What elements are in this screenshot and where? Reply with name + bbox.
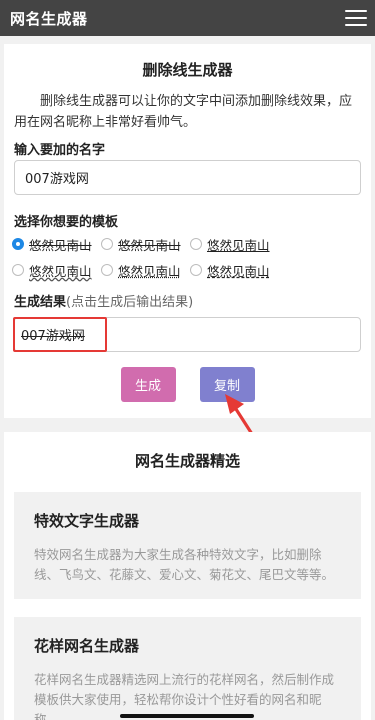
top-bar: 网名生成器 — [0, 0, 375, 36]
template-text: 悠然见南山 — [207, 263, 270, 279]
featured-card: 网名生成器精选 特效文字生成器 特效网名生成器为大家生成各种特效文字，比如删除线… — [4, 432, 371, 720]
template-option[interactable]: 悠然见南山 — [101, 235, 190, 254]
result-label-text: 生成结果 — [14, 295, 67, 310]
result-output[interactable]: 007游戏网 — [13, 317, 361, 352]
radio-icon[interactable] — [12, 264, 24, 276]
template-text: 悠然见南山 — [207, 237, 270, 253]
template-option[interactable]: 悠然见南山 — [101, 261, 190, 280]
name-input[interactable]: 007游戏网 — [14, 160, 361, 195]
featured-item-title: 特效文字生成器 — [34, 512, 140, 530]
template-text: 悠然见南山 — [29, 263, 92, 279]
radio-icon[interactable] — [190, 238, 202, 250]
featured-item-desc: 特效网名生成器为大家生成各种特效文字，比如删除线、飞鸟文、花藤文、爱心文、菊花文… — [34, 547, 335, 582]
generator-heading: 删除线生成器 — [142, 61, 233, 79]
featured-item[interactable]: 特效文字生成器 特效网名生成器为大家生成各种特效文字，比如删除线、飞鸟文、花藤文… — [14, 492, 361, 599]
featured-heading: 网名生成器精选 — [134, 452, 240, 470]
generator-card: 删除线生成器 删除线生成器可以让你的文字中间添加删除线效果，应用在网名昵称上非常… — [4, 44, 371, 418]
name-input-value: 007游戏网 — [25, 172, 89, 187]
template-row: 悠然见南山 悠然见南山 悠然见南山 — [12, 233, 371, 255]
generate-button[interactable]: 生成 — [120, 367, 176, 402]
template-text: 悠然见南山 — [118, 237, 181, 253]
featured-item-title: 花样网名生成器 — [34, 637, 140, 655]
home-indicator — [120, 714, 254, 718]
template-row: 悠然见南山 悠然见南山 悠然见南山 — [12, 259, 371, 281]
template-label: 选择你想要的模板 — [14, 215, 119, 230]
featured-item-desc: 花样网名生成器精选网上流行的花样网名，然后制作成模板供大家使用，轻松帮你设计个性… — [34, 672, 335, 720]
generator-description: 删除线生成器可以让你的文字中间添加删除线效果，应用在网名昵称上非常好看帅气。 — [14, 94, 353, 130]
radio-icon[interactable] — [101, 238, 113, 250]
result-value: 007游戏网 — [21, 329, 85, 344]
template-option[interactable]: 悠然见南山 — [190, 235, 279, 254]
app-title: 网名生成器 — [10, 9, 88, 28]
name-label: 输入要加的名字 — [14, 143, 106, 158]
result-highlight-box: 007游戏网 — [13, 317, 107, 352]
result-label: 生成结果(点击生成后输出结果) — [14, 291, 361, 310]
template-text: 悠然见南山 — [118, 263, 181, 279]
radio-selected-icon[interactable] — [12, 238, 24, 250]
radio-icon[interactable] — [101, 264, 113, 276]
action-buttons: 生成 复制 — [4, 367, 371, 402]
template-option[interactable]: 悠然见南山 — [190, 261, 279, 280]
template-text: 悠然见南山 — [29, 237, 92, 253]
hamburger-menu-icon[interactable] — [345, 9, 367, 27]
radio-icon[interactable] — [190, 264, 202, 276]
featured-item[interactable]: 花样网名生成器 花样网名生成器精选网上流行的花样网名，然后制作成模板供大家使用，… — [14, 617, 361, 720]
template-option[interactable]: 悠然见南山 — [12, 235, 101, 254]
result-hint: (点击生成后输出结果) — [66, 295, 194, 310]
template-option[interactable]: 悠然见南山 — [12, 261, 101, 280]
